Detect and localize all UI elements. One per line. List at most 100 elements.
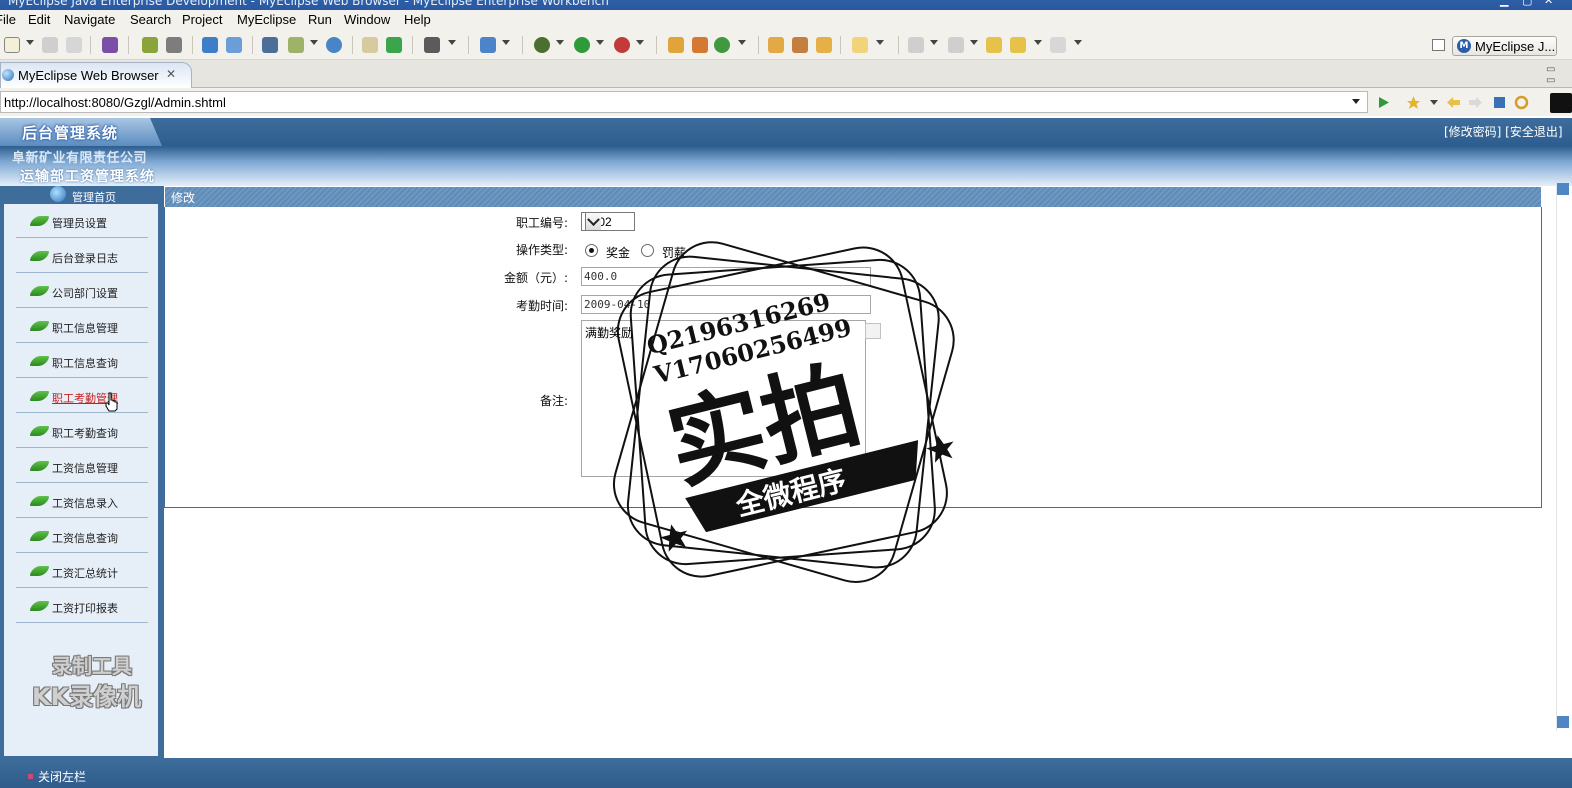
radio-bonus[interactable] — [585, 244, 598, 257]
scroll-down-icon[interactable] — [1557, 716, 1569, 728]
print-icon[interactable] — [66, 37, 82, 53]
open-folder-icon[interactable] — [768, 37, 784, 53]
sidebar-item-salary-print[interactable]: 工资打印报表 — [16, 589, 148, 623]
new-dropdown-icon[interactable] — [26, 40, 34, 45]
camera-dropdown-icon[interactable] — [448, 40, 456, 45]
back-dropdown-icon[interactable] — [1034, 40, 1042, 45]
maximize-icon[interactable]: ▢ — [1522, 0, 1532, 7]
menu-search[interactable]: Search — [130, 12, 171, 27]
chevron-down-icon[interactable] — [585, 213, 601, 230]
new-package-icon[interactable] — [692, 37, 708, 53]
editor-tab-web-browser[interactable]: MyEclipse Web Browser ✕ — [0, 62, 192, 88]
browser-back-icon[interactable] — [1446, 95, 1461, 110]
globe-icon[interactable] — [326, 37, 342, 53]
minimize-icon[interactable]: ▁ — [1500, 0, 1508, 7]
sidebar-item-employee-manage[interactable]: 职工信息管理 — [16, 309, 148, 343]
sidebar-home-link[interactable]: 管理首页 — [50, 186, 160, 204]
close-icon[interactable]: ✕ — [1544, 0, 1553, 7]
globe-icon — [2, 69, 14, 81]
server-icon[interactable] — [166, 37, 182, 53]
external-tools-dropdown-icon[interactable] — [636, 40, 644, 45]
open-type-icon[interactable] — [362, 37, 378, 53]
menu-run[interactable]: Run — [308, 12, 332, 27]
console-icon[interactable] — [1550, 93, 1572, 113]
sidebar-item-attendance-query[interactable]: 职工考勤查询 — [16, 414, 148, 448]
save-icon[interactable] — [42, 37, 58, 53]
new-class-icon[interactable] — [714, 37, 730, 53]
toolbar-separator — [840, 36, 841, 54]
browser-forward-icon[interactable] — [1468, 95, 1483, 110]
url-history-dropdown-icon[interactable] — [1352, 99, 1360, 104]
menu-help[interactable]: Help — [404, 12, 431, 27]
minimize-view-icon[interactable]: ▭ ▭ — [1546, 64, 1566, 86]
sidebar-item-salary-manage[interactable]: 工资信息管理 — [16, 449, 148, 483]
bug-icon[interactable] — [142, 37, 158, 53]
emp-id-select[interactable]: 1002 — [581, 212, 635, 231]
new-icon[interactable] — [4, 37, 20, 53]
stop-icon[interactable] — [1492, 95, 1507, 110]
sidebar-item-department-settings[interactable]: 公司部门设置 — [16, 274, 148, 308]
sidebar-item-salary-summary[interactable]: 工资汇总统计 — [16, 554, 148, 588]
favorites-dropdown-icon[interactable] — [1430, 100, 1438, 105]
next-annotation-dropdown-icon[interactable] — [930, 40, 938, 45]
next-annotation-icon[interactable] — [908, 37, 924, 53]
package-icon[interactable] — [102, 37, 118, 53]
page-scrollbar[interactable] — [1556, 183, 1569, 731]
prev-annotation-icon[interactable] — [948, 37, 964, 53]
sidebar-item-employee-query[interactable]: 职工信息查询 — [16, 344, 148, 378]
server-dropdown-icon[interactable] — [310, 40, 318, 45]
new-java-project-icon[interactable] — [668, 37, 684, 53]
prev-annotation-dropdown-icon[interactable] — [970, 40, 978, 45]
sidebar-item-attendance-manage[interactable]: 职工考勤管理 — [16, 379, 148, 413]
favorites-icon[interactable] — [1406, 95, 1421, 110]
go-icon[interactable] — [1376, 95, 1391, 110]
url-input[interactable]: http://localhost:8080/Gzgl/Admin.shtml — [0, 91, 1368, 113]
menu-file[interactable]: File — [0, 12, 16, 27]
remark-label: 备注: — [539, 394, 568, 408]
sidebar-item-admin-settings[interactable]: 管理员设置 — [16, 204, 148, 238]
sidebar-item-label: 工资打印报表 — [52, 602, 118, 615]
open-resource-icon[interactable] — [816, 37, 832, 53]
back-icon[interactable] — [1010, 37, 1026, 53]
pen-icon[interactable] — [792, 37, 808, 53]
menu-edit[interactable]: Edit — [28, 12, 50, 27]
header-links[interactable]: [修改密码] [安全退出] — [1444, 123, 1563, 140]
external-tools-icon[interactable] — [614, 37, 630, 53]
close-sidebar-link[interactable]: 关闭左栏 — [38, 768, 86, 785]
camera-icon[interactable] — [424, 37, 440, 53]
menu-myeclipse[interactable]: MyEclipse — [237, 12, 296, 27]
add-icon[interactable] — [386, 37, 402, 53]
run-icon[interactable] — [574, 37, 590, 53]
url-text: http://localhost:8080/Gzgl/Admin.shtml — [4, 95, 226, 110]
forward-icon[interactable] — [1050, 37, 1066, 53]
recorder-watermark-line1: 录制工具 — [52, 654, 132, 678]
last-edit-icon[interactable] — [986, 37, 1002, 53]
db-icon[interactable] — [262, 37, 278, 53]
open-perspective-icon[interactable] — [1432, 39, 1445, 51]
scroll-up-icon[interactable] — [1557, 183, 1569, 195]
deploy-icon[interactable] — [202, 37, 218, 53]
op-type-label: 操作类型: — [515, 243, 568, 257]
refresh-icon[interactable] — [1514, 95, 1529, 110]
forward-dropdown-icon[interactable] — [1074, 40, 1082, 45]
menu-navigate[interactable]: Navigate — [64, 12, 115, 27]
debug-icon[interactable] — [534, 37, 550, 53]
debug-dropdown-icon[interactable] — [556, 40, 564, 45]
folder-icon[interactable] — [852, 37, 868, 53]
search-project-icon[interactable] — [226, 37, 242, 53]
wizard-dropdown-icon[interactable] — [502, 40, 510, 45]
new-server-icon[interactable] — [288, 37, 304, 53]
menu-project[interactable]: Project — [182, 12, 222, 27]
sidebar-item-login-log[interactable]: 后台登录日志 — [16, 239, 148, 273]
new-class-dropdown-icon[interactable] — [738, 40, 746, 45]
leaf-icon — [29, 496, 50, 506]
close-tab-icon[interactable]: ✕ — [166, 67, 176, 81]
sidebar-item-salary-query[interactable]: 工资信息查询 — [16, 519, 148, 553]
menu-window[interactable]: Window — [344, 12, 390, 27]
sidebar-item-salary-entry[interactable]: 工资信息录入 — [16, 484, 148, 518]
folder-dropdown-icon[interactable] — [876, 40, 884, 45]
run-dropdown-icon[interactable] — [596, 40, 604, 45]
perspective-switcher[interactable]: M MyEclipse J... — [1452, 36, 1557, 56]
new-wizard-icon[interactable] — [480, 37, 496, 53]
hand-cursor-icon — [105, 392, 118, 412]
